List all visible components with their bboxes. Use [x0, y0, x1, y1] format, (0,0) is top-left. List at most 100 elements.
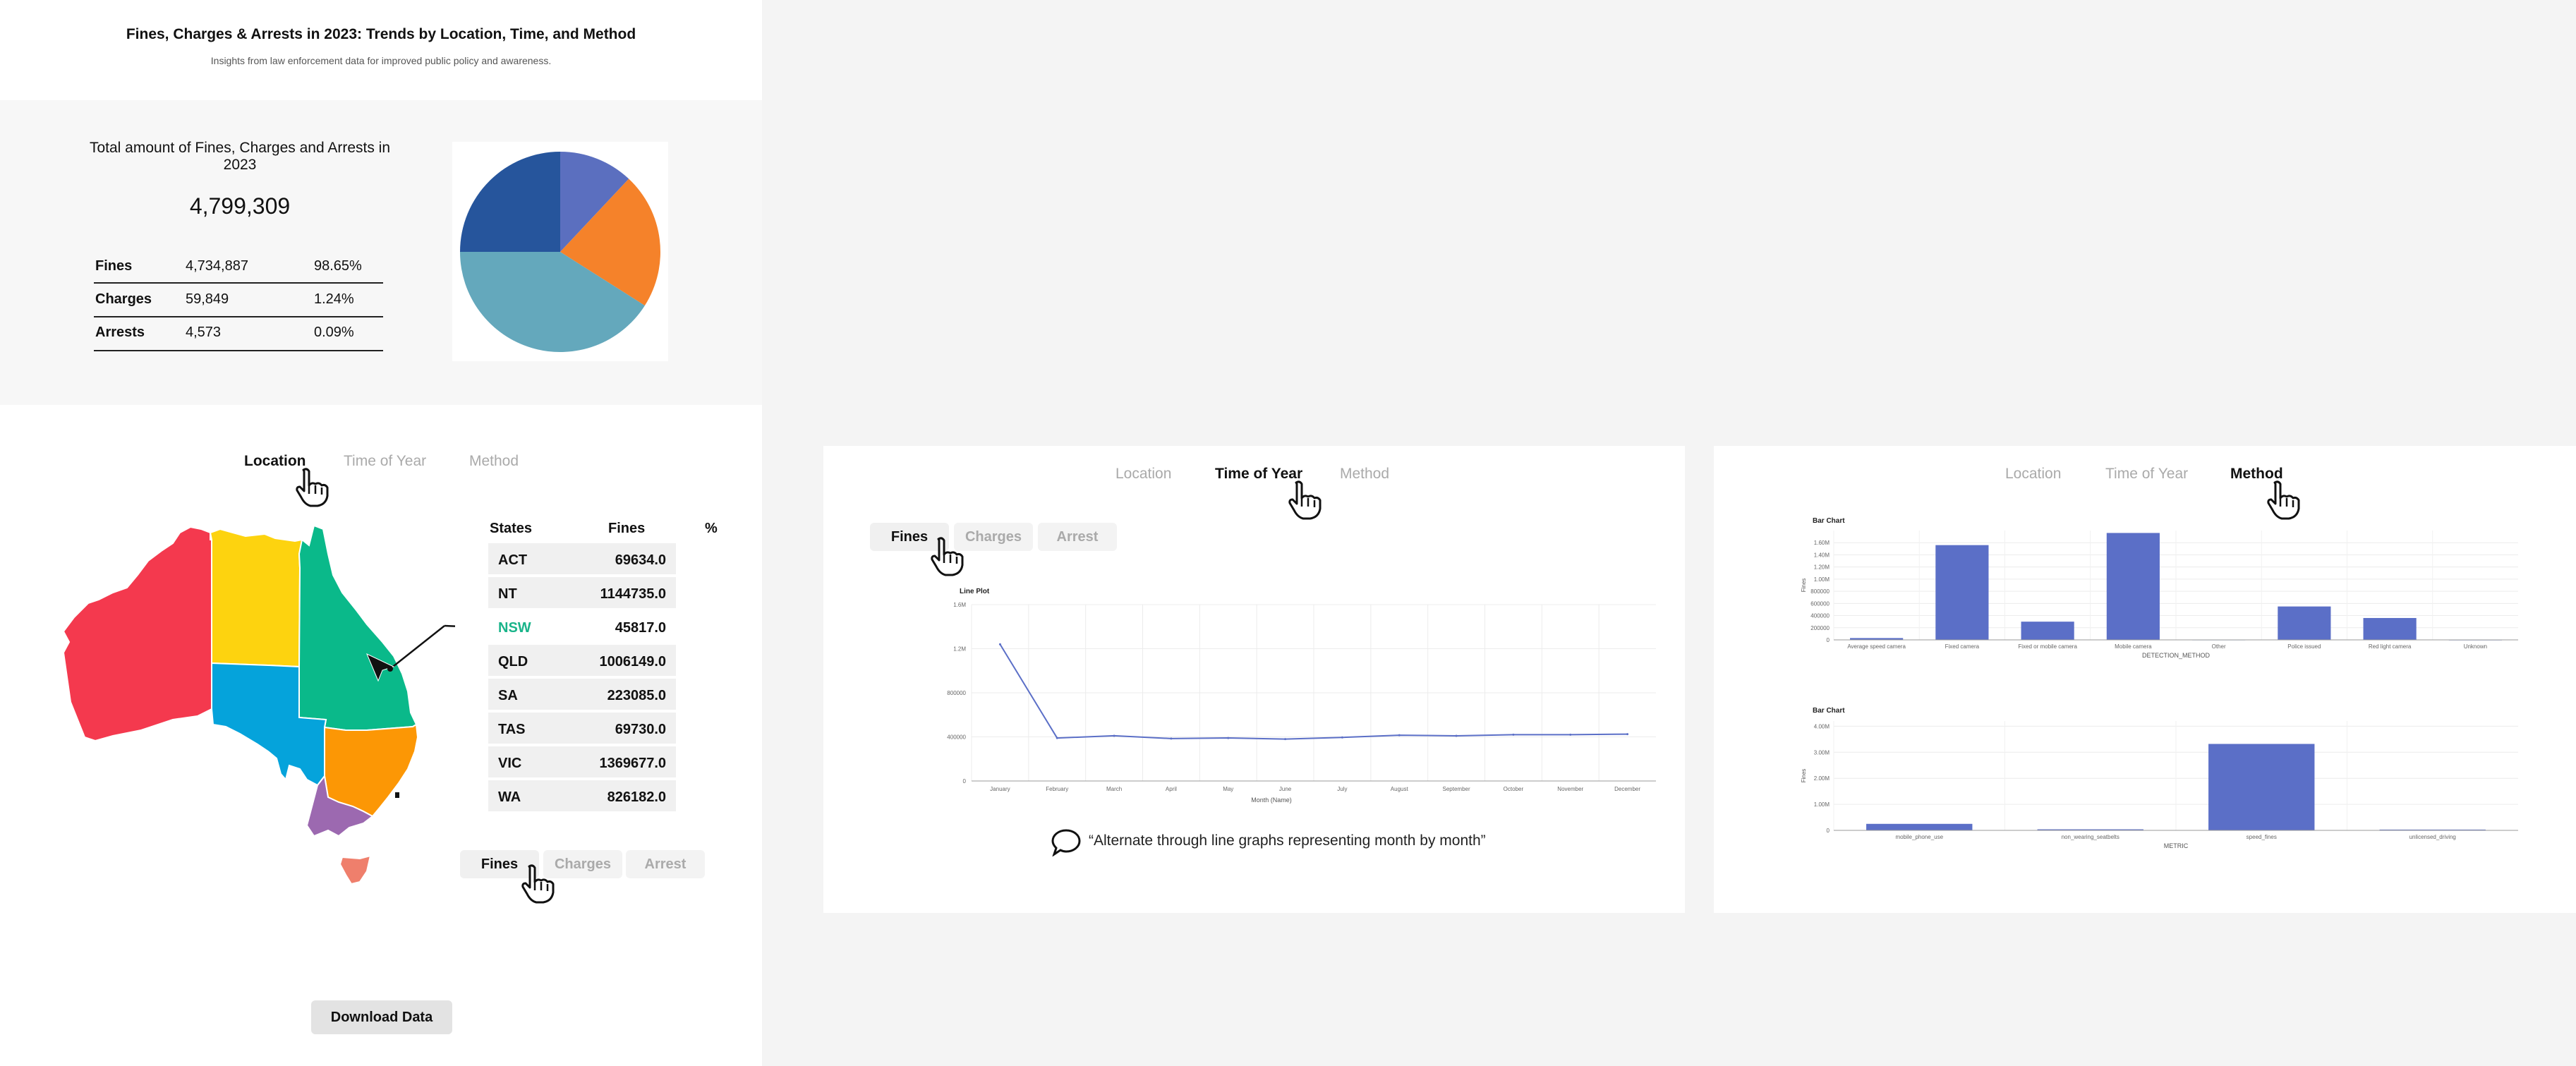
x-tick-label: November: [1557, 786, 1583, 792]
state-fines: 1369677.0: [599, 756, 666, 771]
map-act-marker: [395, 792, 399, 798]
bar[interactable]: [1866, 823, 1973, 830]
y-tick-label: 800000: [1810, 588, 1830, 595]
x-axis-label: Month (Name): [1251, 797, 1292, 804]
map-pointer-line: [389, 625, 445, 670]
x-tick-label: Average speed camera: [1847, 643, 1906, 650]
pie-slice-3[interactable]: [460, 152, 560, 252]
tab-location[interactable]: Location: [1115, 466, 1171, 483]
breakdown-value: 59,849: [186, 291, 229, 307]
state-fines: 69730.0: [615, 722, 666, 737]
page-title: Fines, Charges & Arrests in 2023: Trends…: [126, 26, 636, 42]
bar[interactable]: [2363, 618, 2417, 640]
x-tick-label: speed_fines: [2247, 834, 2277, 840]
annotation-quote: “Alternate through line graphs represent…: [1089, 832, 1486, 849]
state-fines: 69634.0: [615, 552, 666, 568]
state-name: SA: [498, 688, 518, 703]
table-row[interactable]: WA 826182.0: [488, 780, 676, 813]
x-tick-label: Fixed or mobile camera: [2018, 643, 2077, 650]
map-region-qld[interactable]: [298, 526, 418, 731]
y-tick-label: 800000: [947, 690, 966, 696]
y-tick-label: 600000: [1810, 600, 1830, 607]
x-tick-label: July: [1337, 786, 1347, 792]
map-region-wa[interactable]: [62, 526, 212, 742]
y-tick-label: 400000: [1810, 613, 1830, 619]
tab-method[interactable]: Method: [1340, 466, 1389, 483]
bar[interactable]: [2208, 744, 2315, 830]
state-fines: 45817.0: [615, 620, 666, 636]
table-row[interactable]: VIC 1369677.0: [488, 746, 676, 779]
bar[interactable]: [2021, 622, 2074, 640]
y-tick-label: 1.40M: [1814, 552, 1830, 558]
y-tick-label: 1.60M: [1814, 540, 1830, 546]
table-header-pct: %: [705, 521, 718, 536]
hand-cursor-icon: [931, 537, 964, 576]
state-name: TAS: [498, 722, 526, 737]
breakdown-value: 4,573: [186, 325, 222, 340]
line-point: [1512, 733, 1515, 736]
x-tick-label: February: [1046, 786, 1068, 792]
x-tick-label: September: [1443, 786, 1470, 792]
tab-method[interactable]: Method: [469, 453, 519, 470]
y-tick-label: 0: [963, 778, 967, 785]
y-tick-label: 1.2M: [953, 646, 966, 653]
x-tick-label: August: [1391, 786, 1409, 792]
summary-total: 4,799,309: [189, 193, 291, 219]
tab-location[interactable]: Location: [2005, 466, 2061, 483]
map-region-tas[interactable]: [339, 854, 372, 885]
method-panel: Location Time of Year Method Bar Chart 0…: [1714, 446, 2576, 913]
summary-title: Total amount of Fines, Charges and Arres…: [89, 140, 391, 173]
x-tick-label: mobile_phone_use: [1895, 834, 1943, 840]
state-name: VIC: [498, 756, 522, 771]
page-subtitle: Insights from law enforcement data for i…: [210, 55, 552, 66]
y-tick-label: 0: [1827, 637, 1830, 643]
speech-bubble-icon: [1051, 829, 1081, 856]
state-name: NSW: [498, 620, 531, 636]
download-data-button[interactable]: Download Data: [311, 1000, 452, 1034]
y-tick-label: 1.20M: [1814, 564, 1830, 571]
y-tick-label: 2.00M: [1814, 775, 1830, 782]
metric-bar-chart: 0 1.00M 2.00M 3.00M 4.00M mobile_phone_use non…: [1801, 721, 2518, 849]
breakdown-row-charges: Charges 59,849 1.24%: [94, 281, 383, 314]
x-tick-label: non_wearing_seatbelts: [2062, 834, 2120, 840]
line-point: [1569, 733, 1572, 736]
bar[interactable]: [1935, 545, 1989, 640]
state-name: QLD: [498, 654, 528, 670]
pointer-dot: [387, 666, 393, 672]
map-pointer-line: [444, 624, 455, 627]
table-row[interactable]: ACT 69634.0: [488, 543, 676, 576]
tab-time-of-year[interactable]: Time of Year: [2105, 466, 2188, 483]
x-tick-label: Other: [2212, 643, 2226, 650]
time-of-year-panel: Location Time of Year Method Fines Charg…: [823, 446, 1685, 913]
table-row[interactable]: SA 223085.0: [488, 679, 676, 711]
map-region-nt[interactable]: [209, 528, 303, 668]
breakdown-pct: 98.65%: [314, 258, 362, 274]
bar[interactable]: [2278, 606, 2331, 640]
monthly-line-chart: 0 400000 800000 1.2M 1.6M January February Marc…: [947, 602, 1656, 804]
table-row[interactable]: NT 1144735.0: [488, 577, 676, 610]
y-tick-label: 1.00M: [1814, 801, 1830, 808]
tab-time-of-year[interactable]: Time of Year: [344, 453, 426, 470]
breakdown-row-fines: Fines 4,734,887 98.65%: [94, 248, 383, 281]
page-header: Fines, Charges & Arrests in 2023: Trends…: [0, 0, 762, 100]
summary-section: Total amount of Fines, Charges and Arres…: [0, 100, 762, 405]
subtab-arrest[interactable]: Arrest: [626, 850, 705, 878]
line-point: [1284, 738, 1287, 741]
table-row[interactable]: QLD 1006149.0: [488, 645, 676, 677]
subtab-arrest[interactable]: Arrest: [1038, 523, 1117, 551]
australia-map: [62, 526, 455, 885]
x-tick-label: March: [1106, 786, 1122, 792]
line-point: [1341, 736, 1343, 739]
state-fines: 826182.0: [607, 789, 666, 805]
x-tick-label: May: [1223, 786, 1233, 792]
table-row[interactable]: TAS 69730.0: [488, 713, 676, 745]
line-point: [1113, 734, 1115, 737]
bar[interactable]: [2106, 533, 2160, 640]
y-tick-label: 200000: [1810, 625, 1830, 631]
x-tick-label: December: [1614, 786, 1640, 792]
hand-cursor-icon: [296, 468, 329, 507]
y-axis-label: Fines: [1801, 769, 1807, 783]
x-tick-label: Unknown: [2464, 643, 2487, 650]
table-row-highlighted[interactable]: NSW 45817.0: [488, 611, 676, 643]
pie-chart: [460, 152, 660, 352]
